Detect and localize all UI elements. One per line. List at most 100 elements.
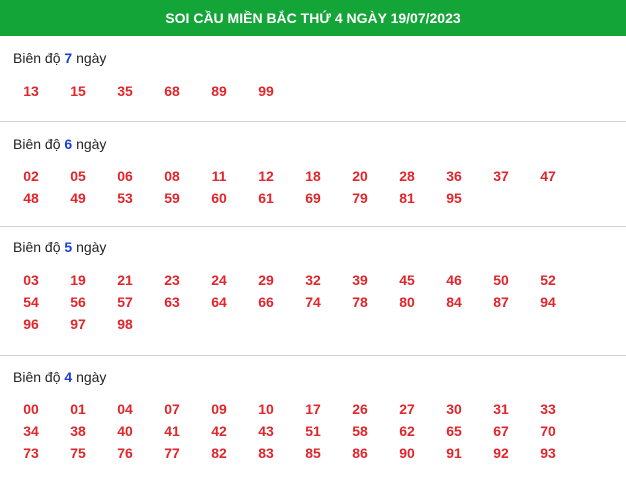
number-value: 99: [258, 83, 274, 99]
number-value: 92: [493, 445, 509, 461]
number-value: 93: [540, 445, 556, 461]
label-suffix: ngày: [76, 239, 107, 255]
number-value: 83: [258, 445, 274, 461]
section-title: Biên độ 4 ngày: [13, 369, 106, 385]
number-value: 42: [211, 423, 227, 439]
days-count: 6: [64, 136, 73, 152]
number-value: 94: [540, 294, 556, 310]
section-bien-do-4: Biên độ 4 ngày 00 01 04 07 09 10 17 26 27 30 31 33 3…: [0, 356, 626, 482]
number-value: 78: [352, 294, 368, 310]
number-value: 69: [305, 190, 321, 206]
number-value: 04: [117, 401, 133, 417]
number-value: 19: [70, 272, 86, 288]
number-value: 64: [211, 294, 227, 310]
number-value: 60: [211, 190, 227, 206]
number-value: 66: [258, 294, 274, 310]
number-value: 38: [70, 423, 86, 439]
number-value: 50: [493, 272, 509, 288]
number-value: 30: [446, 401, 462, 417]
number-value: 06: [117, 168, 133, 184]
section-bien-do-7: Biên độ 7 ngày 13 15 35 68 89 99: [0, 36, 626, 122]
label-prefix: Biên độ: [13, 369, 61, 385]
number-value: 73: [23, 445, 39, 461]
number-value: 86: [352, 445, 368, 461]
number-value: 95: [446, 190, 462, 206]
label-prefix: Biên độ: [13, 136, 61, 152]
label-prefix: Biên độ: [13, 50, 61, 66]
number-value: 09: [211, 401, 227, 417]
number-value: 96: [23, 316, 39, 332]
number-value: 57: [117, 294, 133, 310]
number-value: 90: [399, 445, 415, 461]
number-value: 91: [446, 445, 462, 461]
number-value: 59: [164, 190, 180, 206]
page-header: SOI CẦU MIỀN BẮC THỨ 4 NGÀY 19/07/2023: [0, 0, 626, 36]
number-value: 77: [164, 445, 180, 461]
label-prefix: Biên độ: [13, 239, 61, 255]
number-value: 02: [23, 168, 39, 184]
sections-container: Biên độ 7 ngày 13 15 35 68 89 99 Biên độ 6 ng…: [0, 36, 626, 482]
section-bien-do-6: Biên độ 6 ngày 02 05 06 08 11 12 18 20 28 36 37 47 4…: [0, 122, 626, 227]
number-value: 65: [446, 423, 462, 439]
number-value: 12: [258, 168, 274, 184]
number-value: 27: [399, 401, 415, 417]
number-value: 15: [70, 83, 86, 99]
number-value: 01: [70, 401, 86, 417]
number-value: 98: [117, 316, 133, 332]
number-value: 40: [117, 423, 133, 439]
number-value: 75: [70, 445, 86, 461]
number-value: 36: [446, 168, 462, 184]
number-value: 28: [399, 168, 415, 184]
number-value: 68: [164, 83, 180, 99]
number-value: 08: [164, 168, 180, 184]
number-value: 21: [117, 272, 133, 288]
section-bien-do-5: Biên độ 5 ngày 03 19 21 23 24 29 32 39 45 46 50 52 5…: [0, 227, 626, 356]
number-value: 70: [540, 423, 556, 439]
number-value: 67: [493, 423, 509, 439]
days-count: 7: [64, 50, 73, 66]
number-value: 53: [117, 190, 133, 206]
section-title: Biên độ 7 ngày: [13, 50, 106, 66]
label-suffix: ngày: [76, 369, 107, 385]
number-value: 05: [70, 168, 86, 184]
number-value: 24: [211, 272, 227, 288]
number-value: 17: [305, 401, 321, 417]
number-value: 11: [211, 168, 227, 184]
number-value: 62: [399, 423, 415, 439]
number-value: 23: [164, 272, 180, 288]
page-title: SOI CẦU MIỀN BẮC THỨ 4 NGÀY 19/07/2023: [165, 10, 461, 26]
section-title: Biên độ 6 ngày: [13, 136, 106, 152]
number-value: 31: [493, 401, 509, 417]
number-value: 39: [352, 272, 368, 288]
number-value: 41: [164, 423, 180, 439]
number-value: 29: [258, 272, 274, 288]
number-value: 74: [305, 294, 321, 310]
number-value: 54: [23, 294, 39, 310]
number-value: 35: [117, 83, 133, 99]
number-value: 82: [211, 445, 227, 461]
number-value: 52: [540, 272, 556, 288]
number-value: 18: [305, 168, 321, 184]
number-value: 84: [446, 294, 462, 310]
number-value: 10: [258, 401, 274, 417]
number-value: 37: [493, 168, 509, 184]
number-value: 46: [446, 272, 462, 288]
number-value: 56: [70, 294, 86, 310]
number-value: 32: [305, 272, 321, 288]
number-value: 13: [23, 83, 39, 99]
days-count: 5: [64, 239, 73, 255]
number-value: 43: [258, 423, 274, 439]
label-suffix: ngày: [76, 136, 107, 152]
number-value: 00: [23, 401, 39, 417]
number-value: 49: [70, 190, 86, 206]
number-value: 85: [305, 445, 321, 461]
number-value: 80: [399, 294, 415, 310]
number-value: 79: [352, 190, 368, 206]
number-value: 63: [164, 294, 180, 310]
number-value: 34: [23, 423, 39, 439]
number-value: 76: [117, 445, 133, 461]
number-value: 87: [493, 294, 509, 310]
number-value: 33: [540, 401, 556, 417]
section-title: Biên độ 5 ngày: [13, 239, 106, 255]
number-value: 03: [23, 272, 39, 288]
